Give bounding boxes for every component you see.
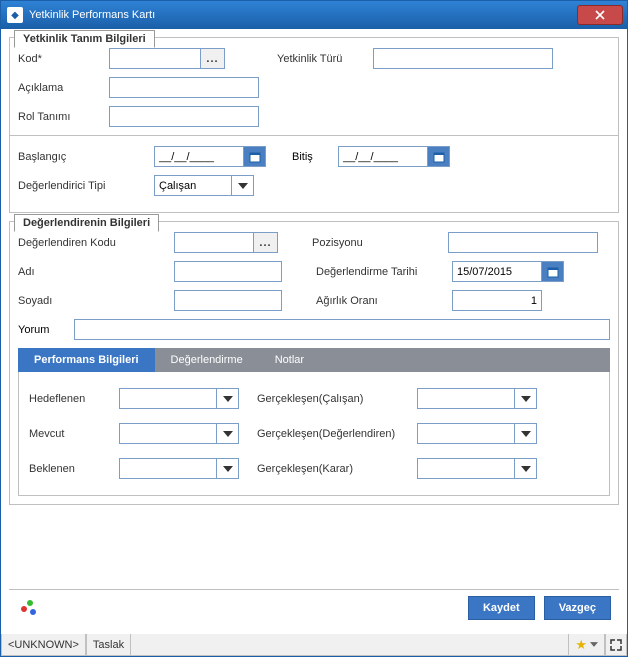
- label-rol-tanimi: Rol Tanımı: [18, 111, 103, 123]
- cancel-button[interactable]: Vazgeç: [544, 596, 611, 620]
- select-hedeflenen[interactable]: [119, 388, 217, 409]
- label-adi: Adı: [18, 266, 168, 278]
- close-button[interactable]: [577, 5, 623, 25]
- select-beklenen[interactable]: [119, 458, 217, 479]
- select-gerceklesen-calisan[interactable]: [417, 388, 515, 409]
- label-kod: Kod*: [18, 53, 103, 65]
- app-window: ◆ Yetkinlik Performans Kartı Yetkinlik T…: [0, 0, 628, 657]
- select-gerceklesen-degerlendiren[interactable]: [417, 423, 515, 444]
- status-star[interactable]: ★: [568, 634, 605, 656]
- input-adi[interactable]: [174, 261, 282, 282]
- input-kod[interactable]: [109, 48, 201, 69]
- chevron-down-icon: [223, 396, 233, 402]
- label-baslangic: Başlangıç: [18, 151, 148, 163]
- status-taslak: Taslak: [86, 634, 131, 656]
- fieldset-yetkinlik-tanim: Yetkinlik Tanım Bilgileri Kod* ... Yetki…: [9, 37, 619, 213]
- label-yorum: Yorum: [18, 324, 68, 336]
- input-pozisyonu[interactable]: [448, 232, 598, 253]
- label-gerceklesen-calisan: Gerçekleşen(Çalışan): [257, 393, 417, 405]
- dropdown-degerlendirici-tipi[interactable]: [232, 175, 254, 196]
- select-degerlendirici-tipi[interactable]: [154, 175, 232, 196]
- tab-performans-bilgileri[interactable]: Performans Bilgileri: [18, 348, 155, 372]
- label-degerlendirme-tarihi: Değerlendirme Tarihi: [316, 266, 446, 278]
- input-degerlendiren-kodu[interactable]: [174, 232, 254, 253]
- input-aciklama[interactable]: [109, 77, 259, 98]
- save-button[interactable]: Kaydet: [468, 596, 535, 620]
- input-rol-tanimi[interactable]: [109, 106, 259, 127]
- tab-content-performans: Hedeflenen Gerçekleşen(Çalışan) Mevcut: [18, 372, 610, 496]
- select-gerceklesen-karar[interactable]: [417, 458, 515, 479]
- chevron-down-icon: [521, 466, 531, 472]
- label-aciklama: Açıklama: [18, 82, 103, 94]
- footer-bar: Kaydet Vazgeç: [9, 589, 619, 626]
- expand-icon: [610, 639, 622, 651]
- expand-button[interactable]: [605, 634, 627, 656]
- status-unknown: <UNKNOWN>: [1, 634, 86, 656]
- dropdown-beklenen[interactable]: [217, 458, 239, 479]
- dropdown-gerceklesen-degerlendiren[interactable]: [515, 423, 537, 444]
- input-baslangic[interactable]: [154, 146, 244, 167]
- label-agirlik-orani: Ağırlık Oranı: [316, 295, 446, 307]
- calendar-icon: [249, 151, 261, 163]
- dropdown-hedeflenen[interactable]: [217, 388, 239, 409]
- select-mevcut[interactable]: [119, 423, 217, 444]
- input-agirlik-orani[interactable]: [452, 290, 542, 311]
- titlebar: ◆ Yetkinlik Performans Kartı: [1, 1, 627, 29]
- label-gerceklesen-degerlendiren: Gerçekleşen(Değerlendiren): [257, 428, 417, 440]
- status-bar: <UNKNOWN> Taslak ★: [1, 634, 627, 656]
- tab-notlar[interactable]: Notlar: [259, 348, 320, 372]
- tab-degerlendirme[interactable]: Değerlendirme: [155, 348, 259, 372]
- tab-bar: Performans Bilgileri Değerlendirme Notla…: [18, 348, 610, 372]
- app-icon: ◆: [7, 7, 23, 23]
- window-title: Yetkinlik Performans Kartı: [29, 9, 577, 21]
- label-pozisyonu: Pozisyonu: [312, 237, 442, 249]
- chevron-down-icon: [223, 431, 233, 437]
- label-beklenen: Beklenen: [29, 463, 119, 475]
- label-degerlendiren-kodu: Değerlendiren Kodu: [18, 237, 168, 249]
- date-picker-degerlendirme-tarihi[interactable]: [542, 261, 564, 282]
- fieldset-degerlendiren: Değerlendirenin Bilgileri Değerlendiren …: [9, 221, 619, 505]
- star-icon: ★: [575, 637, 587, 653]
- calendar-icon: [547, 266, 559, 278]
- input-soyadi[interactable]: [174, 290, 282, 311]
- chevron-down-icon: [521, 431, 531, 437]
- legend-degerlendiren: Değerlendirenin Bilgileri: [14, 214, 159, 232]
- input-yorum[interactable]: [74, 319, 610, 340]
- lookup-kod-button[interactable]: ...: [201, 48, 225, 69]
- content-area: Yetkinlik Tanım Bilgileri Kod* ... Yetki…: [1, 29, 627, 634]
- dropdown-gerceklesen-karar[interactable]: [515, 458, 537, 479]
- label-bitis: Bitiş: [292, 151, 332, 163]
- calendar-icon: [433, 151, 445, 163]
- label-soyadi: Soyadı: [18, 295, 168, 307]
- dropdown-mevcut[interactable]: [217, 423, 239, 444]
- color-dots-icon: [21, 600, 37, 616]
- input-yetkinlik-turu[interactable]: [373, 48, 553, 69]
- chevron-down-icon: [521, 396, 531, 402]
- label-hedeflenen: Hedeflenen: [29, 393, 119, 405]
- chevron-down-icon: [223, 466, 233, 472]
- chevron-down-icon: [590, 642, 598, 647]
- dropdown-gerceklesen-calisan[interactable]: [515, 388, 537, 409]
- date-picker-baslangic[interactable]: [244, 146, 266, 167]
- close-icon: [595, 10, 605, 20]
- label-gerceklesen-karar: Gerçekleşen(Karar): [257, 463, 417, 475]
- label-mevcut: Mevcut: [29, 428, 119, 440]
- lookup-degerlendiren-kodu-button[interactable]: ...: [254, 232, 278, 253]
- legend-yetkinlik-tanim: Yetkinlik Tanım Bilgileri: [14, 30, 155, 48]
- label-degerlendirici-tipi: Değerlendirici Tipi: [18, 180, 148, 192]
- label-yetkinlik-turu: Yetkinlik Türü: [277, 53, 367, 65]
- input-degerlendirme-tarihi[interactable]: [452, 261, 542, 282]
- divider: [10, 135, 618, 136]
- date-picker-bitis[interactable]: [428, 146, 450, 167]
- input-bitis[interactable]: [338, 146, 428, 167]
- chevron-down-icon: [238, 183, 248, 189]
